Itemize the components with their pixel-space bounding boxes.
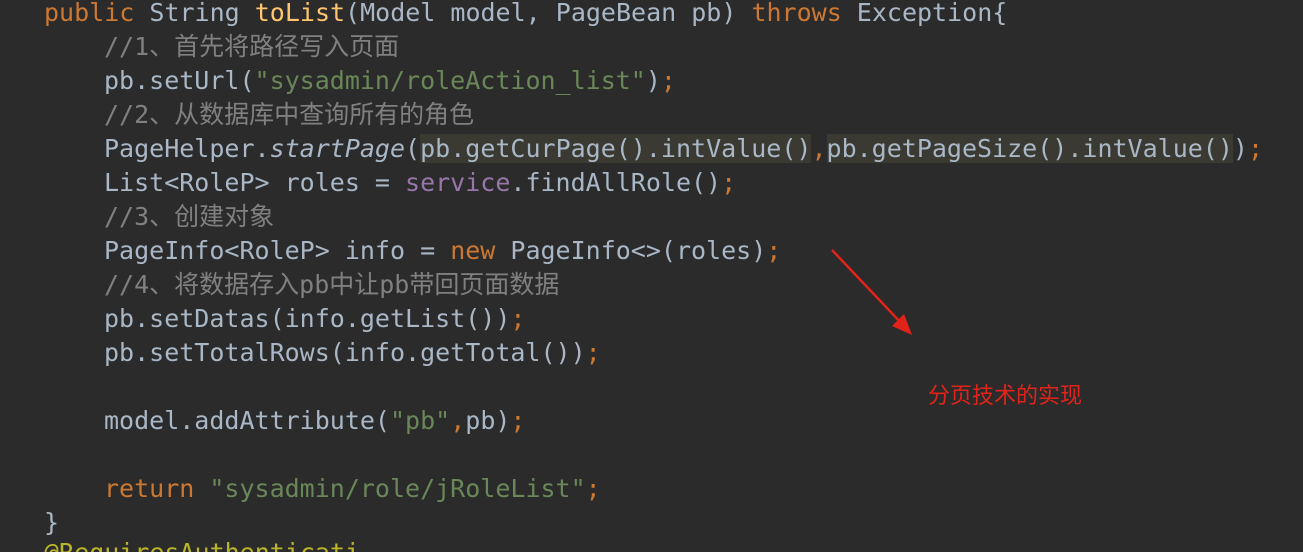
java-annotation: @RequiresAuthenticati — [44, 538, 360, 552]
code-text: pb.setUrl( — [104, 66, 255, 95]
red-arrow-icon — [831, 249, 912, 335]
code-line-4: //2、从数据库中查询所有的角色 — [44, 98, 474, 132]
code-text: PageInfo<RoleP> info = — [104, 236, 451, 265]
code-line-9: //4、将数据存入pb中让pb带回页面数据 — [44, 268, 559, 302]
code-text: Exception{ — [841, 0, 1008, 27]
string-literal: "sysadmin/role/jRoleList" — [194, 474, 586, 503]
semicolon: ; — [721, 168, 737, 197]
keyword: throws — [751, 0, 842, 27]
semicolon: ; — [585, 338, 601, 367]
method-name: toList — [254, 0, 346, 27]
comment: //2、从数据库中查询所有的角色 — [104, 100, 475, 129]
code-line-11: pb.setTotalRows(info.getTotal()); — [44, 336, 601, 370]
code-text: pb.setTotalRows(info.getTotal()) — [104, 338, 586, 367]
code-editor[interactable]: public String toList(Model model, PageBe… — [0, 0, 1303, 552]
code-line-6: List<RoleP> roles = service.findAllRole(… — [44, 166, 736, 200]
code-text: String — [134, 0, 255, 27]
code-text: model.addAttribute( — [104, 406, 390, 435]
annotation-note: 分页技术的实现 — [928, 384, 1083, 409]
code-text: (Model model, PageBean pb) — [345, 0, 752, 27]
code-line-5: PageHelper.startPage(pb.getCurPage().int… — [44, 132, 1263, 166]
code-line-8: PageInfo<RoleP> info = new PageInfo<>(ro… — [44, 234, 781, 268]
keyword: public — [44, 0, 135, 27]
semicolon: ; — [585, 474, 601, 503]
string-literal: "pb" — [389, 406, 451, 435]
semicolon: ; — [660, 66, 676, 95]
semicolon: ; — [510, 406, 526, 435]
code-line-16: } — [44, 506, 59, 540]
semicolon: ; — [766, 236, 782, 265]
static-method-call: startPage — [269, 134, 406, 163]
comma: , — [811, 134, 827, 163]
semicolon: ; — [510, 304, 526, 333]
code-line-7: //3、创建对象 — [44, 200, 274, 234]
semicolon: ; — [1247, 134, 1264, 163]
closing-brace: } — [44, 508, 60, 537]
code-text: List<RoleP> roles = — [104, 168, 406, 197]
code-line-2: //1、首先将路径写入页面 — [44, 30, 399, 64]
code-text: PageHelper. — [104, 134, 270, 163]
comment: //4、将数据存入pb中让pb带回页面数据 — [104, 270, 560, 299]
code-line-17: @RequiresAuthenticati — [44, 536, 360, 552]
comment: //1、首先将路径写入页面 — [104, 32, 400, 61]
highlighted-argument: pb.getPageSize().intValue() — [826, 134, 1233, 163]
code-line-1: public String toList(Model model, PageBe… — [44, 0, 1007, 30]
code-text: .findAllRole() — [510, 168, 722, 197]
keyword: new — [450, 236, 496, 265]
code-text: PageInfo<>(roles) — [495, 236, 767, 265]
string-literal: "sysadmin/roleAction_list" — [254, 66, 646, 95]
code-line-3: pb.setUrl("sysadmin/roleAction_list"); — [44, 64, 676, 98]
highlighted-argument: pb.getCurPage().intValue() — [420, 134, 812, 163]
keyword: return — [104, 474, 195, 503]
code-line-10: pb.setDatas(info.getList()); — [44, 302, 525, 336]
code-text: ) — [645, 66, 661, 95]
code-text: pb.setDatas(info.getList()) — [104, 304, 511, 333]
comma: , — [450, 406, 466, 435]
code-text: pb) — [465, 406, 511, 435]
code-line-13: model.addAttribute("pb",pb); — [44, 404, 525, 438]
field-reference: service — [405, 168, 511, 197]
code-text: ( — [405, 134, 421, 163]
code-text: ) — [1232, 134, 1248, 163]
comment: //3、创建对象 — [104, 202, 275, 231]
code-line-15: return "sysadmin/role/jRoleList"; — [44, 472, 601, 506]
